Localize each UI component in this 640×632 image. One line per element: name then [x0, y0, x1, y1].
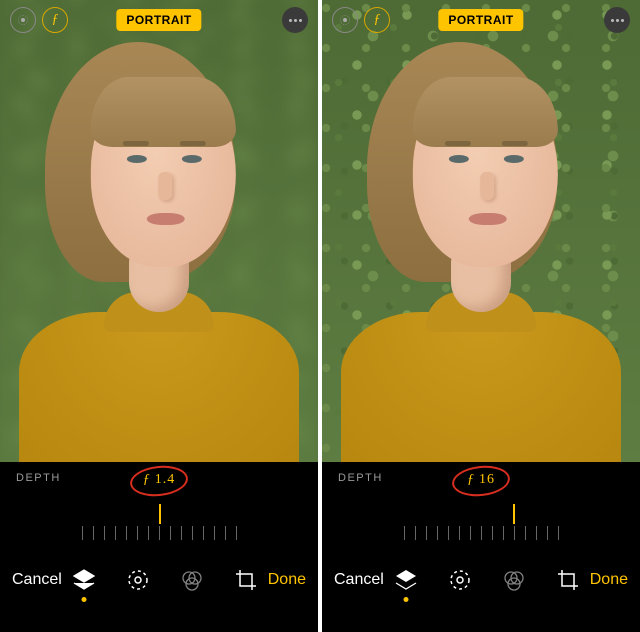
crop-icon[interactable] — [232, 566, 260, 594]
aperture-icon[interactable]: ƒ — [42, 7, 68, 33]
photo-preview[interactable] — [322, 0, 640, 462]
f-stop-value: ƒ1.4 — [143, 472, 176, 488]
cancel-button[interactable]: Cancel — [12, 571, 62, 589]
filters-icon[interactable] — [500, 566, 528, 594]
depth-row: DEPTH ƒ16 — [322, 472, 640, 498]
adjust-icon[interactable] — [124, 566, 152, 594]
portrait-lighting-icon[interactable] — [70, 566, 98, 594]
f-stop-value: ƒ16 — [467, 472, 495, 488]
screen-left: ƒ PORTRAIT DEPTH ƒ1.4 — [0, 0, 318, 632]
depth-label: DEPTH — [338, 472, 383, 484]
top-bar: ƒ PORTRAIT — [322, 0, 640, 40]
depth-row: DEPTH ƒ1.4 — [0, 472, 318, 498]
slider-ticks — [322, 526, 640, 544]
top-left-controls: ƒ — [332, 7, 390, 33]
top-bar: ƒ PORTRAIT — [0, 0, 318, 40]
bottom-toolbar: Cancel Done — [322, 550, 640, 604]
depth-slider[interactable] — [322, 504, 640, 550]
subject-person — [341, 22, 621, 462]
more-icon[interactable] — [604, 7, 630, 33]
more-icon[interactable] — [282, 7, 308, 33]
aperture-icon[interactable]: ƒ — [364, 7, 390, 33]
slider-ticks — [0, 526, 318, 544]
photo-preview[interactable] — [0, 0, 318, 462]
live-photo-icon[interactable] — [332, 7, 358, 33]
slider-pointer[interactable] — [159, 504, 161, 524]
top-left-controls: ƒ — [10, 7, 68, 33]
crop-icon[interactable] — [554, 566, 582, 594]
screen-right: ƒ PORTRAIT DEPTH ƒ16 — [322, 0, 640, 632]
done-button[interactable]: Done — [268, 571, 306, 589]
depth-slider[interactable] — [0, 504, 318, 550]
active-indicator — [81, 597, 86, 602]
adjust-icon[interactable] — [446, 566, 474, 594]
tool-icons — [70, 566, 260, 594]
tool-icons — [392, 566, 582, 594]
cancel-button[interactable]: Cancel — [334, 571, 384, 589]
edit-panel: DEPTH ƒ16 Cancel — [322, 462, 640, 632]
mode-badge[interactable]: PORTRAIT — [116, 9, 201, 31]
mode-badge[interactable]: PORTRAIT — [438, 9, 523, 31]
filters-icon[interactable] — [178, 566, 206, 594]
depth-label: DEPTH — [16, 472, 61, 484]
done-button[interactable]: Done — [590, 571, 628, 589]
portrait-lighting-icon[interactable] — [392, 566, 420, 594]
bottom-toolbar: Cancel Done — [0, 550, 318, 604]
subject-person — [19, 22, 299, 462]
edit-panel: DEPTH ƒ1.4 Cancel — [0, 462, 318, 632]
active-indicator — [403, 597, 408, 602]
live-photo-icon[interactable] — [10, 7, 36, 33]
slider-pointer[interactable] — [513, 504, 515, 524]
